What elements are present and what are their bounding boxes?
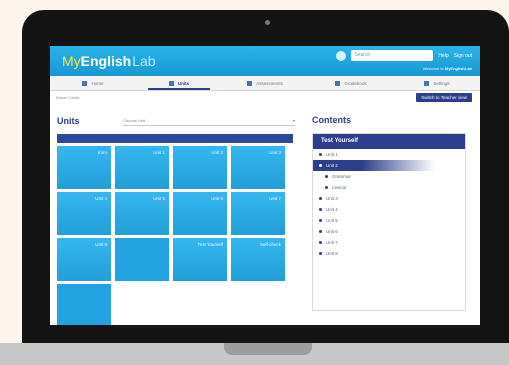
app-logo[interactable]: MyEnglishLab [62, 53, 156, 69]
unit-tile-self-check[interactable]: Self-check [231, 238, 285, 281]
chevron-down-icon: ▾ [292, 118, 295, 123]
welcome-line: Welcome to MyEnglishLab [423, 66, 472, 71]
sub-bar: Home › Units Switch to Teacher view [50, 91, 480, 104]
tree-item-label: Lexical [332, 185, 347, 190]
bullet-icon [325, 186, 328, 189]
tab-assessments[interactable]: Assessments [222, 76, 308, 90]
tree-item-label: Unit 6 [326, 229, 338, 234]
unit-tile-4[interactable]: Unit 4 [57, 192, 111, 235]
bullet-icon [319, 252, 322, 255]
main-nav: Home Units Assessments Gradebook Setting… [50, 76, 480, 91]
tree-item-label: Unit 4 [326, 207, 338, 212]
unit-tile-extra[interactable] [57, 284, 111, 325]
tab-label: Home [91, 80, 104, 86]
user-icon[interactable] [336, 50, 347, 61]
tree-item-label: Grammar [332, 174, 351, 179]
unit-tile-2[interactable]: Unit 2 [173, 146, 227, 189]
bullet-icon [319, 153, 322, 156]
breadcrumb[interactable]: Home › Units [56, 95, 79, 100]
search-input[interactable]: Search [351, 50, 434, 61]
tab-label: Assessments [256, 80, 283, 86]
tab-gradebook[interactable]: Gradebook [308, 76, 394, 90]
bullet-icon [319, 197, 322, 200]
tree-item[interactable]: Unit 8 [313, 248, 465, 259]
tree-item-label: Unit 8 [326, 251, 338, 256]
tree-item-label: Unit 7 [326, 240, 338, 245]
tree-item-selected[interactable]: Unit 2 [313, 160, 435, 171]
logo-lab: Lab [132, 53, 156, 69]
unit-tile-5[interactable]: Unit 5 [115, 192, 169, 235]
tree-subitem[interactable]: Lexical [313, 182, 465, 193]
unit-tile-6[interactable]: Unit 6 [173, 192, 227, 235]
bullet-icon [319, 241, 322, 244]
sign-out-link[interactable]: Sign out [454, 53, 472, 59]
unit-select[interactable]: Choose Unit... ▾ [123, 117, 295, 126]
unit-tile-test-yourself[interactable]: Test Yourself [173, 238, 227, 281]
tree-item-label: Unit 5 [326, 218, 338, 223]
camera-icon [265, 20, 270, 25]
assessments-icon [247, 80, 253, 86]
tree-item-label: Unit 1 [326, 152, 338, 157]
tree-item[interactable]: Unit 6 [313, 226, 465, 237]
bullet-icon [319, 164, 322, 167]
unit-select-value: Choose Unit... [123, 118, 149, 123]
units-bar [57, 134, 293, 143]
tree-item[interactable]: Unit 5 [313, 215, 465, 226]
units-title: Units [57, 116, 80, 126]
settings-icon [424, 80, 430, 86]
bullet-icon [319, 208, 322, 211]
logo-english: English [80, 53, 132, 69]
tab-units[interactable]: Units [136, 76, 222, 90]
screen: MyEnglishLab Search Help Sign out Welcom… [50, 46, 480, 325]
home-icon [82, 80, 88, 86]
tab-label: Settings [433, 80, 450, 86]
tree-item[interactable]: Unit 7 [313, 237, 465, 248]
tree-item[interactable]: Unit 4 [313, 204, 465, 215]
contents-panel: Test Yourself Unit 1 Unit 2 Grammar Lexi… [312, 133, 466, 311]
unit-tile-1[interactable]: Unit 1 [115, 146, 169, 189]
tree-subitem[interactable]: Grammar [313, 171, 465, 182]
contents-header[interactable]: Test Yourself [313, 134, 465, 149]
tree-item-label: Unit 3 [326, 196, 338, 201]
tab-settings[interactable]: Settings [394, 76, 480, 90]
bullet-icon [325, 175, 328, 178]
unit-tile-intro[interactable]: Intro [57, 146, 111, 189]
gradebook-icon [335, 80, 341, 86]
header-actions: Search Help Sign out [336, 50, 472, 61]
logo-my: My [62, 53, 81, 69]
unit-tile-7[interactable]: Unit 7 [231, 192, 285, 235]
bullet-icon [319, 219, 322, 222]
tab-label: Units [177, 80, 190, 86]
contents-title: Contents [312, 115, 351, 125]
tree-item-label: Unit 2 [326, 163, 338, 168]
top-header: MyEnglishLab Search Help Sign out Welcom… [50, 46, 480, 76]
welcome-bold: MyEnglishLab [444, 66, 472, 71]
tree-item[interactable]: Unit 3 [313, 193, 465, 204]
laptop-notch [224, 343, 312, 355]
help-link[interactable]: Help [438, 53, 448, 59]
unit-tile-8[interactable]: Unit 8 [57, 238, 111, 281]
switch-view-button[interactable]: Switch to Teacher view [416, 93, 472, 102]
tab-label: Gradebook [344, 80, 367, 86]
unit-tile-3[interactable]: Unit 3 [231, 146, 285, 189]
unit-grid: Intro Unit 1 Unit 2 Unit 3 Unit 4 Unit 5… [57, 146, 293, 325]
units-icon [168, 80, 174, 86]
tree-item[interactable]: Unit 1 [313, 149, 465, 160]
welcome-prefix: Welcome to [422, 66, 445, 71]
tab-home[interactable]: Home [50, 76, 136, 90]
bullet-icon [319, 230, 322, 233]
unit-tile-blank[interactable] [115, 238, 169, 281]
